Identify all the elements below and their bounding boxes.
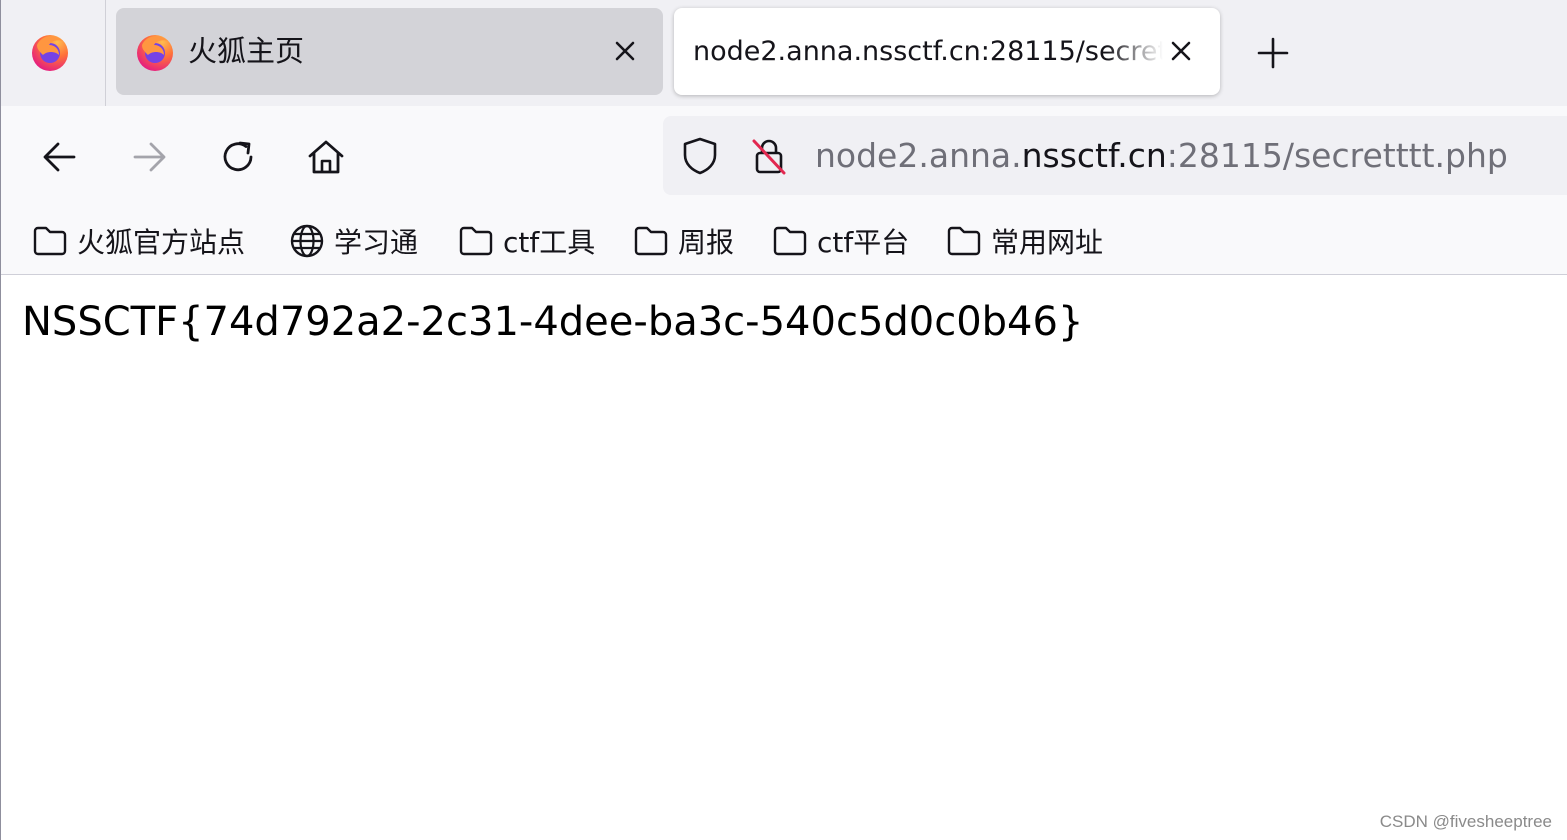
navigation-toolbar: node2.anna.nssctf.cn:28115/secretttt.php bbox=[0, 106, 1567, 207]
firefox-icon bbox=[137, 35, 173, 71]
tab-firefox-home[interactable]: 火狐主页 bbox=[116, 8, 663, 95]
tab-secretttt[interactable]: node2.anna.nssctf.cn:28115/secretttt.php bbox=[674, 8, 1220, 95]
reload-icon[interactable] bbox=[216, 135, 260, 179]
url-text[interactable]: node2.anna.nssctf.cn:28115/secretttt.php bbox=[815, 116, 1508, 195]
bookmark-firefox-official[interactable]: 火狐官方站点 bbox=[32, 207, 245, 274]
url-domain: nssctf.cn bbox=[1021, 136, 1167, 175]
home-icon[interactable] bbox=[304, 135, 348, 179]
firefox-view-button[interactable] bbox=[0, 0, 106, 106]
bookmark-label: ctf平台 bbox=[817, 225, 910, 259]
folder-icon bbox=[33, 226, 67, 255]
bookmark-label: ctf工具 bbox=[503, 225, 596, 259]
bookmark-label: 学习通 bbox=[334, 225, 419, 259]
firefox-icon bbox=[32, 35, 68, 71]
address-bar[interactable]: node2.anna.nssctf.cn:28115/secretttt.php bbox=[663, 116, 1567, 195]
shield-icon[interactable] bbox=[680, 136, 720, 176]
url-suffix: :28115/secretttt.php bbox=[1166, 136, 1508, 175]
back-arrow-icon[interactable] bbox=[38, 135, 82, 179]
bookmark-ctf-tools[interactable]: ctf工具 bbox=[458, 207, 595, 274]
url-prefix: node2.anna. bbox=[815, 136, 1022, 175]
close-icon[interactable] bbox=[608, 34, 642, 68]
bookmark-label: 周报 bbox=[678, 225, 735, 259]
globe-icon bbox=[290, 224, 324, 257]
tab-title: 火狐主页 bbox=[188, 34, 305, 68]
folder-icon bbox=[947, 226, 981, 255]
window-border bbox=[0, 0, 1, 840]
folder-icon bbox=[773, 226, 807, 255]
tab-title: node2.anna.nssctf.cn:28115/secretttt.php bbox=[693, 36, 1163, 67]
bookmarks-toolbar: 火狐官方站点 学习通 ctf工具 周报 ctf平台 常用网址 bbox=[0, 207, 1567, 275]
folder-icon bbox=[459, 226, 493, 255]
bookmark-xuexitong[interactable]: 学习通 bbox=[289, 207, 418, 274]
tab-strip: 火狐主页 node2.anna.nssctf.cn:28115/secrettt… bbox=[0, 0, 1567, 106]
bookmark-label: 火狐官方站点 bbox=[77, 225, 246, 259]
bookmark-label: 常用网址 bbox=[991, 225, 1104, 259]
watermark: CSDN @fivesheeptree bbox=[1379, 812, 1552, 831]
forward-arrow-icon[interactable] bbox=[127, 135, 171, 179]
flag-text: NSSCTF{74d792a2-2c31-4dee-ba3c-540c5d0c0… bbox=[22, 299, 1084, 345]
close-icon[interactable] bbox=[1164, 34, 1198, 68]
bookmark-ctf-platform[interactable]: ctf平台 bbox=[772, 207, 909, 274]
page-content: NSSCTF{74d792a2-2c31-4dee-ba3c-540c5d0c0… bbox=[0, 275, 1567, 840]
bookmark-common-sites[interactable]: 常用网址 bbox=[946, 207, 1103, 274]
plus-icon[interactable] bbox=[1254, 34, 1292, 72]
bookmark-weekly-report[interactable]: 周报 bbox=[633, 207, 734, 274]
folder-icon bbox=[634, 226, 668, 255]
insecure-lock-icon[interactable] bbox=[749, 136, 789, 176]
